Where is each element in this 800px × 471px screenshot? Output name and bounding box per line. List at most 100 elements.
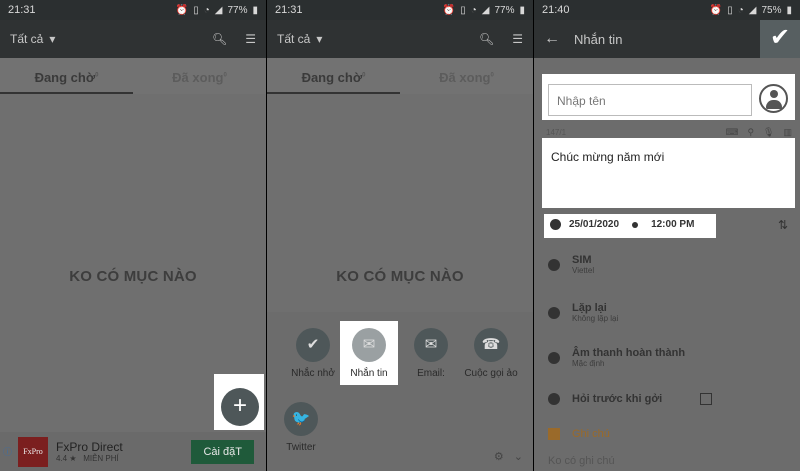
signal-icon: ◢ <box>481 4 490 16</box>
separator-dot <box>632 221 639 228</box>
message-highlight <box>542 138 795 208</box>
wifi-icon: ◔ <box>470 4 477 16</box>
note-input[interactable]: Ko có ghi chú <box>548 455 615 467</box>
empty-state: KO CÓ MỤC NÀO <box>336 268 464 285</box>
option-email[interactable]: ✉ Email: <box>401 328 461 379</box>
keyboard-icon[interactable]: ⌨ <box>725 127 738 138</box>
tab-done[interactable]: Đã xong0 <box>400 58 533 94</box>
alarm-icon: ⏰ <box>442 4 456 16</box>
status-time: 21:31 <box>8 4 36 16</box>
tab-done-count: 0 <box>223 72 227 79</box>
menu-icon[interactable]: ☰ <box>512 32 523 46</box>
time-value[interactable]: 12:00 PM <box>651 219 694 230</box>
twitter-icon: 🐦 <box>284 402 318 436</box>
ad-logo: FxPro <box>18 436 48 467</box>
new-item-menu-panel: 21:31 ⏰ ▯ ◔ ◢ 77% ▮ Tất cả ▾ 🔍︎ ☰ Đang c… <box>267 0 533 471</box>
note-icon <box>548 428 560 440</box>
empty-state: KO CÓ MỤC NÀO <box>69 268 197 285</box>
vibrate-icon: ▯ <box>727 4 733 16</box>
option-label: Nhắn tin <box>350 368 388 379</box>
alarm-icon: ⏰ <box>175 4 189 16</box>
vibrate-icon: ▯ <box>193 4 199 16</box>
search-icon[interactable]: 🔍︎ <box>212 32 227 46</box>
repeat-label: Lặp lại <box>572 302 607 314</box>
option-sms[interactable]: ✉ Nhắn tin <box>339 328 399 379</box>
sound-row[interactable]: Âm thanh hoàn thành Mặc định <box>548 347 685 368</box>
status-icons: ⏰ ▯ ◔ ◢ 77% ▮ <box>176 5 258 16</box>
tab-pending-count: 0 <box>362 72 366 79</box>
sim-value: Viettel <box>572 266 595 275</box>
gear-icon[interactable]: ⚙ <box>494 450 504 463</box>
tab-pending[interactable]: Đang chờ0 <box>267 58 400 94</box>
save-check-button[interactable]: ✔ <box>760 20 800 58</box>
battery-text: 75% <box>761 4 782 16</box>
clock-icon <box>550 219 561 230</box>
note-label: Ghi chú <box>572 428 610 440</box>
date-value[interactable]: 25/01/2020 <box>569 219 619 230</box>
note-header: Ghi chú <box>548 428 610 440</box>
tab-done[interactable]: Đã xong0 <box>133 58 266 94</box>
option-label: Email: <box>417 368 445 379</box>
search-icon[interactable]: 🔍︎ <box>479 32 494 46</box>
option-label: Nhắc nhở <box>291 368 335 379</box>
phone-icon: ☎ <box>474 328 508 362</box>
tab-done-label: Đã xong <box>172 70 224 85</box>
status-bar: 21:31 ⏰ ▯ ◔ ◢ 77% ▮ <box>267 0 533 20</box>
tab-pending-count: 0 <box>95 72 99 79</box>
battery-icon: ▮ <box>519 4 525 16</box>
repeat-icon <box>548 306 560 319</box>
repeat-value: Không lặp lại <box>572 314 619 323</box>
recipient-name-input[interactable]: Nhập tên <box>548 84 752 116</box>
filter-dropdown[interactable]: Tất cả ▾ <box>277 32 479 46</box>
tab-pending-label: Đang chờ <box>301 70 363 85</box>
status-time: 21:31 <box>275 4 303 16</box>
ask-label: Hỏi trước khi gởi <box>572 393 663 405</box>
compose-sms-panel: 21:40 ⏰ ▯ ◔ ◢ 75% ▮ ← Nhắn tin ✔ Nhập tê… <box>534 0 800 471</box>
message-textarea[interactable]: Chúc mừng năm mới <box>551 150 664 164</box>
location-icon[interactable]: ⚲ <box>747 127 754 138</box>
menu-icon[interactable]: ☰ <box>245 32 256 46</box>
message-tools: ⌨ ⚲ 🎙︎ ▥ <box>725 127 792 138</box>
screenshot-root: 21:31 ⏰ ▯ ◔ ◢ 77% ▮ Tất cả ▾ 🔍︎ ☰ Đang c… <box>0 0 800 471</box>
list-screen-panel: 21:31 ⏰ ▯ ◔ ◢ 77% ▮ Tất cả ▾ 🔍︎ ☰ Đang c… <box>0 0 266 471</box>
wifi-icon: ◔ <box>737 4 744 16</box>
filter-dropdown[interactable]: Tất cả ▾ <box>10 32 212 46</box>
ad-banner[interactable]: ⓘ FxPro FxPro Direct 4.4 ★ MIỄN PHÍ Cài … <box>0 432 266 471</box>
ask-checkbox[interactable] <box>700 393 713 405</box>
tab-pending[interactable]: Đang chờ0 <box>0 58 133 94</box>
signal-icon: ◢ <box>748 4 757 16</box>
status-icons: ⏰ ▯ ◔ ◢ 77% ▮ <box>443 5 525 16</box>
ask-before-send-row[interactable]: Hỏi trước khi gởi <box>548 393 713 405</box>
sim-row[interactable]: SIM Viettel <box>548 254 594 275</box>
add-fab-button[interactable]: + <box>221 388 259 426</box>
wifi-icon: ◔ <box>203 4 210 16</box>
ad-install-button[interactable]: Cài đặT <box>191 439 254 464</box>
sound-label: Âm thanh hoàn thành <box>572 347 686 359</box>
option-reminder[interactable]: ✔ Nhắc nhở <box>283 328 343 379</box>
alarm-icon: ⏰ <box>709 4 723 16</box>
battery-icon: ▮ <box>786 4 792 16</box>
repeat-row[interactable]: Lặp lại Không lặp lại <box>548 302 618 323</box>
filter-label: Tất cả <box>277 32 311 46</box>
ad-info-icon[interactable]: ⓘ <box>0 445 16 458</box>
option-twitter[interactable]: 🐦 Twitter <box>271 402 331 453</box>
status-time: 21:40 <box>542 4 570 16</box>
mic-icon[interactable]: 🎙︎ <box>763 127 774 138</box>
signal-icon: ◢ <box>214 4 223 16</box>
chevron-down-icon: ▾ <box>49 32 56 46</box>
ad-title: FxPro Direct <box>56 440 123 454</box>
vibrate-icon: ▯ <box>460 4 466 16</box>
datetime-row[interactable]: 25/01/2020 12:00 PM <box>550 219 694 230</box>
chart-icon[interactable]: ▥ <box>783 127 792 138</box>
tab-bar: Đang chờ0 Đã xong0 <box>0 58 266 94</box>
help-icon <box>548 393 560 405</box>
option-fake-call[interactable]: ☎ Cuộc gọi ảo <box>461 328 521 379</box>
status-icons: ⏰ ▯ ◔ ◢ 75% ▮ <box>710 5 792 16</box>
sound-value: Mặc định <box>572 359 605 368</box>
battery-icon: ▮ <box>252 4 258 16</box>
contact-picker-icon[interactable] <box>759 84 788 113</box>
swap-arrows-icon[interactable]: ⇅ <box>778 218 788 232</box>
back-arrow-icon[interactable]: ← <box>544 30 560 48</box>
ad-rating: 4.4 ★ <box>56 454 77 463</box>
chevron-down-icon[interactable]: ⌄ <box>514 450 523 463</box>
